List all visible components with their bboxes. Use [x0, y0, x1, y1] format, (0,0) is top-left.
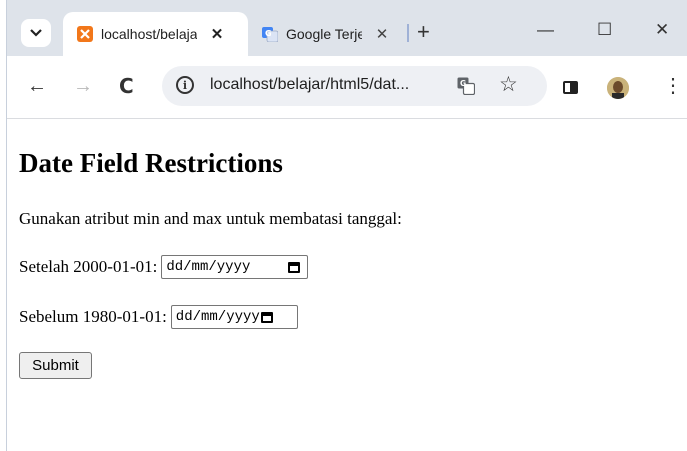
- new-tab-button[interactable]: +: [417, 21, 430, 43]
- tab-title: localhost/belajar/html5/date.html: [101, 26, 197, 42]
- profile-avatar[interactable]: [607, 77, 629, 99]
- date-placeholder: dd/mm/yyyy: [175, 309, 260, 325]
- translate-icon[interactable]: G: [457, 77, 475, 95]
- xampp-icon: [77, 26, 93, 42]
- svg-text:G: G: [265, 29, 272, 38]
- date-label-before: Sebelum 1980-01-01:: [19, 307, 167, 326]
- tab-separator: [407, 24, 409, 42]
- close-window-button[interactable]: ✕: [655, 20, 669, 40]
- browser-toolbar: ← → C i localhost/belajar/html5/dat... G…: [7, 56, 687, 119]
- profile-photo-icon: [607, 77, 629, 99]
- site-info-icon[interactable]: i: [176, 76, 194, 94]
- address-bar[interactable]: i localhost/belajar/html5/dat... G ☆: [162, 66, 547, 106]
- date-field-before: Sebelum 1980-01-01: dd/mm/yyyy: [19, 305, 298, 329]
- tab-google-translate[interactable]: G Google Terjemahan ✕: [248, 12, 405, 56]
- submit-button[interactable]: Submit: [19, 352, 92, 379]
- page-title: Date Field Restrictions: [19, 148, 283, 178]
- maximize-button[interactable]: ☐: [597, 20, 612, 40]
- date-label-after: Setelah 2000-01-01:: [19, 257, 158, 276]
- tab-search-button[interactable]: [21, 19, 51, 47]
- back-button[interactable]: ←: [27, 76, 47, 96]
- tab-localhost[interactable]: localhost/belajar/html5/date.html ✕: [63, 12, 248, 56]
- tab-title: Google Terjemahan: [286, 26, 362, 42]
- forward-button[interactable]: →: [73, 76, 93, 96]
- more-menu-icon[interactable]: ⋮: [663, 76, 683, 96]
- chevron-down-icon: [30, 29, 42, 37]
- minimize-button[interactable]: —: [537, 20, 554, 40]
- url-text[interactable]: localhost/belajar/html5/dat...: [210, 76, 409, 94]
- svg-text:G: G: [460, 79, 466, 88]
- date-input-before[interactable]: dd/mm/yyyy: [170, 305, 298, 329]
- bookmark-star-icon[interactable]: ☆: [499, 73, 518, 97]
- intro-text: Gunakan atribut min and max untuk membat…: [19, 209, 402, 228]
- side-panel-icon[interactable]: [563, 81, 578, 94]
- google-translate-icon: G: [262, 27, 278, 42]
- close-tab-icon[interactable]: ✕: [209, 26, 225, 43]
- date-field-after: Setelah 2000-01-01: dd/mm/yyyy: [19, 255, 309, 279]
- calendar-icon[interactable]: [288, 261, 301, 273]
- browser-window: localhost/belajar/html5/date.html ✕ G Go…: [6, 0, 687, 451]
- reload-button[interactable]: C: [119, 76, 134, 96]
- date-placeholder: dd/mm/yyyy: [166, 259, 251, 275]
- calendar-icon[interactable]: [260, 311, 273, 323]
- date-input-after[interactable]: dd/mm/yyyy: [161, 255, 309, 279]
- close-tab-icon[interactable]: ✕: [374, 26, 390, 43]
